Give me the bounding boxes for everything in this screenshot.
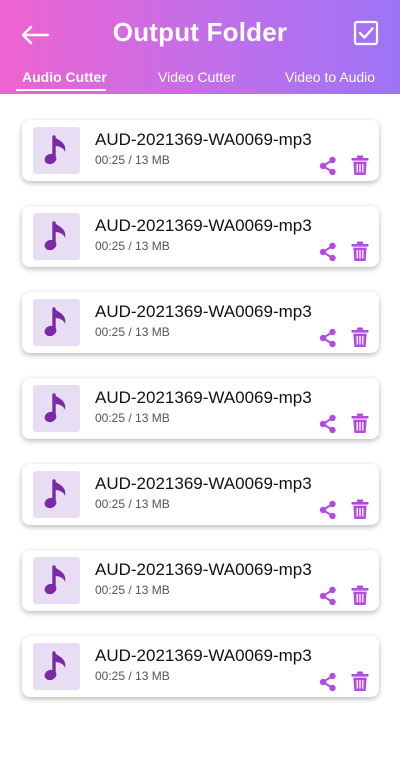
- music-note-icon: [44, 220, 65, 250]
- trash-icon: [351, 671, 369, 691]
- file-meta: 00:25 / 13 MB: [95, 497, 170, 511]
- file-card[interactable]: AUD-2021369-WA0069-mp3 00:25 / 13 MB: [22, 120, 379, 181]
- file-card[interactable]: AUD-2021369-WA0069-mp3 00:25 / 13 MB: [22, 636, 379, 697]
- music-note-icon: [44, 306, 65, 336]
- share-icon: [319, 500, 336, 520]
- file-meta: 00:25 / 13 MB: [95, 411, 170, 425]
- file-thumbnail: [33, 557, 80, 604]
- share-button[interactable]: [318, 328, 338, 348]
- file-thumbnail: [33, 299, 80, 346]
- delete-button[interactable]: [350, 499, 370, 520]
- file-meta: 00:25 / 13 MB: [95, 239, 170, 253]
- file-name: AUD-2021369-WA0069-mp3: [95, 560, 312, 579]
- delete-button[interactable]: [350, 327, 370, 348]
- delete-button[interactable]: [350, 671, 370, 692]
- checkbox-checked-icon: [353, 20, 379, 46]
- active-tab-indicator: [16, 89, 106, 91]
- trash-icon: [351, 585, 369, 605]
- trash-icon: [351, 155, 369, 175]
- file-thumbnail: [33, 471, 80, 518]
- tab-audio-cutter[interactable]: Audio Cutter: [22, 69, 107, 85]
- share-button[interactable]: [318, 414, 338, 434]
- file-card[interactable]: AUD-2021369-WA0069-mp3 00:25 / 13 MB: [22, 206, 379, 267]
- file-thumbnail: [33, 213, 80, 260]
- music-note-icon: [44, 392, 65, 422]
- share-button[interactable]: [318, 156, 338, 176]
- share-icon: [319, 672, 336, 692]
- page-title: Output Folder: [112, 17, 288, 47]
- file-name: AUD-2021369-WA0069-mp3: [95, 646, 312, 665]
- share-button[interactable]: [318, 672, 338, 692]
- file-meta: 00:25 / 13 MB: [95, 669, 170, 683]
- file-name: AUD-2021369-WA0069-mp3: [95, 302, 312, 321]
- file-meta: 00:25 / 13 MB: [95, 153, 170, 167]
- trash-icon: [351, 327, 369, 347]
- file-thumbnail: [33, 385, 80, 432]
- share-icon: [319, 156, 336, 176]
- music-note-icon: [44, 564, 65, 594]
- share-button[interactable]: [318, 242, 338, 262]
- file-card[interactable]: AUD-2021369-WA0069-mp3 00:25 / 13 MB: [22, 550, 379, 611]
- file-meta: 00:25 / 13 MB: [95, 583, 170, 597]
- tab-video-cutter[interactable]: Video Cutter: [158, 69, 236, 85]
- select-all-button[interactable]: [352, 19, 380, 47]
- delete-button[interactable]: [350, 155, 370, 176]
- music-note-icon: [44, 134, 65, 164]
- music-note-icon: [44, 478, 65, 508]
- delete-button[interactable]: [350, 585, 370, 606]
- share-button[interactable]: [318, 586, 338, 606]
- file-name: AUD-2021369-WA0069-mp3: [95, 388, 312, 407]
- share-icon: [319, 242, 336, 262]
- share-icon: [319, 586, 336, 606]
- music-note-icon: [44, 650, 65, 680]
- tab-bar: Audio Cutter Video Cutter Video to Audio: [0, 69, 400, 93]
- delete-button[interactable]: [350, 413, 370, 434]
- file-card[interactable]: AUD-2021369-WA0069-mp3 00:25 / 13 MB: [22, 464, 379, 525]
- tab-video-to-audio[interactable]: Video to Audio: [285, 69, 375, 85]
- file-name: AUD-2021369-WA0069-mp3: [95, 216, 312, 235]
- file-name: AUD-2021369-WA0069-mp3: [95, 130, 312, 149]
- file-thumbnail: [33, 127, 80, 174]
- trash-icon: [351, 241, 369, 261]
- file-card[interactable]: AUD-2021369-WA0069-mp3 00:25 / 13 MB: [22, 378, 379, 439]
- share-button[interactable]: [318, 500, 338, 520]
- share-icon: [319, 414, 336, 434]
- app-header: Output Folder Audio Cutter Video Cutter …: [0, 0, 400, 94]
- file-thumbnail: [33, 643, 80, 690]
- share-icon: [319, 328, 336, 348]
- file-meta: 00:25 / 13 MB: [95, 325, 170, 339]
- trash-icon: [351, 499, 369, 519]
- file-card[interactable]: AUD-2021369-WA0069-mp3 00:25 / 13 MB: [22, 292, 379, 353]
- delete-button[interactable]: [350, 241, 370, 262]
- trash-icon: [351, 413, 369, 433]
- file-name: AUD-2021369-WA0069-mp3: [95, 474, 312, 493]
